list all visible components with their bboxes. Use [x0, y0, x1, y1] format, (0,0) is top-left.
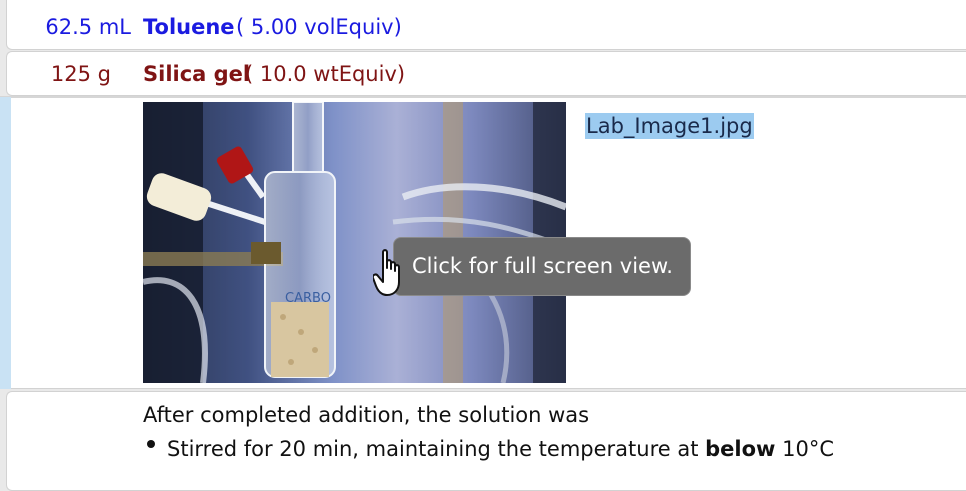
bullet-bold-text: below [705, 437, 776, 461]
reagent-equiv: ( 5.00 volEquiv) [236, 15, 402, 39]
reagent-name[interactable]: Silica gel [143, 61, 250, 87]
procedure-bullet-item: Stirred for 20 min, maintaining the temp… [167, 436, 834, 462]
procedure-line: After completed addition, the solution w… [143, 403, 590, 427]
selection-accent [0, 97, 11, 389]
bullet-text: Stirred for 20 min, maintaining the temp… [167, 437, 706, 461]
reagent-amount: 62.5 mL [45, 15, 131, 39]
bullet-text-end: 10°C [775, 437, 834, 461]
photo-brand-text: CARBO [285, 291, 331, 306]
tooltip-text: Click for full screen view. [412, 254, 673, 278]
reagent-equiv: ( 10.0 wtEquiv) [245, 62, 406, 86]
hand-pointer-icon [373, 249, 400, 296]
reagent-amount: 125 g [50, 62, 111, 86]
bullet-dot [147, 440, 155, 448]
full-screen-tooltip: Click for full screen view. [393, 237, 691, 296]
image-filename[interactable]: Lab_Image1.jpg [585, 113, 754, 139]
reagent-name[interactable]: Toluene [143, 14, 235, 40]
